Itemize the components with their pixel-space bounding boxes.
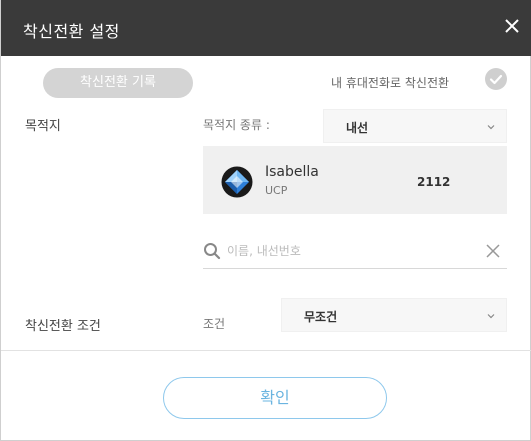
footer-divider <box>1 350 531 351</box>
condition-value: 무조건 <box>304 310 338 324</box>
destination-label: 목적지 <box>25 119 61 134</box>
search-icon <box>204 243 221 260</box>
search-input[interactable] <box>227 240 477 262</box>
contact-type: UCP <box>265 184 288 197</box>
chevron-down-icon <box>487 314 495 319</box>
call-forwarding-dialog: 착신전환 설정 착신전환 기록 내 휴대전화로 착신전환 목적지 목적지 종류 … <box>0 0 531 441</box>
contact-search-box <box>203 233 507 269</box>
forwarding-history-button[interactable]: 착신전환 기록 <box>43 68 193 98</box>
forward-to-mobile-label: 내 휴대전화로 착신전환 <box>331 76 450 90</box>
destination-type-value: 내선 <box>346 121 369 135</box>
selected-contact-card[interactable]: Isabella UCP 2112 <box>203 146 507 214</box>
dialog-title: 착신전환 설정 <box>23 22 120 41</box>
destination-type-select[interactable]: 내선 <box>323 109 507 143</box>
contact-extension: 2112 <box>417 175 451 189</box>
blue-diamond-avatar-icon <box>221 166 253 198</box>
forwarding-condition-label: 착신전환 조건 <box>25 319 101 334</box>
contact-name: Isabella <box>265 164 319 180</box>
condition-select[interactable]: 무조건 <box>281 298 507 332</box>
close-icon[interactable] <box>500 14 524 38</box>
condition-field-label: 조건 <box>203 317 226 331</box>
destination-type-label: 목적지 종류 : <box>203 118 270 132</box>
forward-to-mobile-checkbox[interactable] <box>485 68 507 90</box>
chevron-down-icon <box>487 125 495 130</box>
checkmark-icon <box>489 74 503 85</box>
confirm-button[interactable]: 확인 <box>163 377 387 419</box>
clear-search-icon[interactable] <box>485 243 501 259</box>
dialog-title-bar: 착신전환 설정 <box>1 0 531 56</box>
